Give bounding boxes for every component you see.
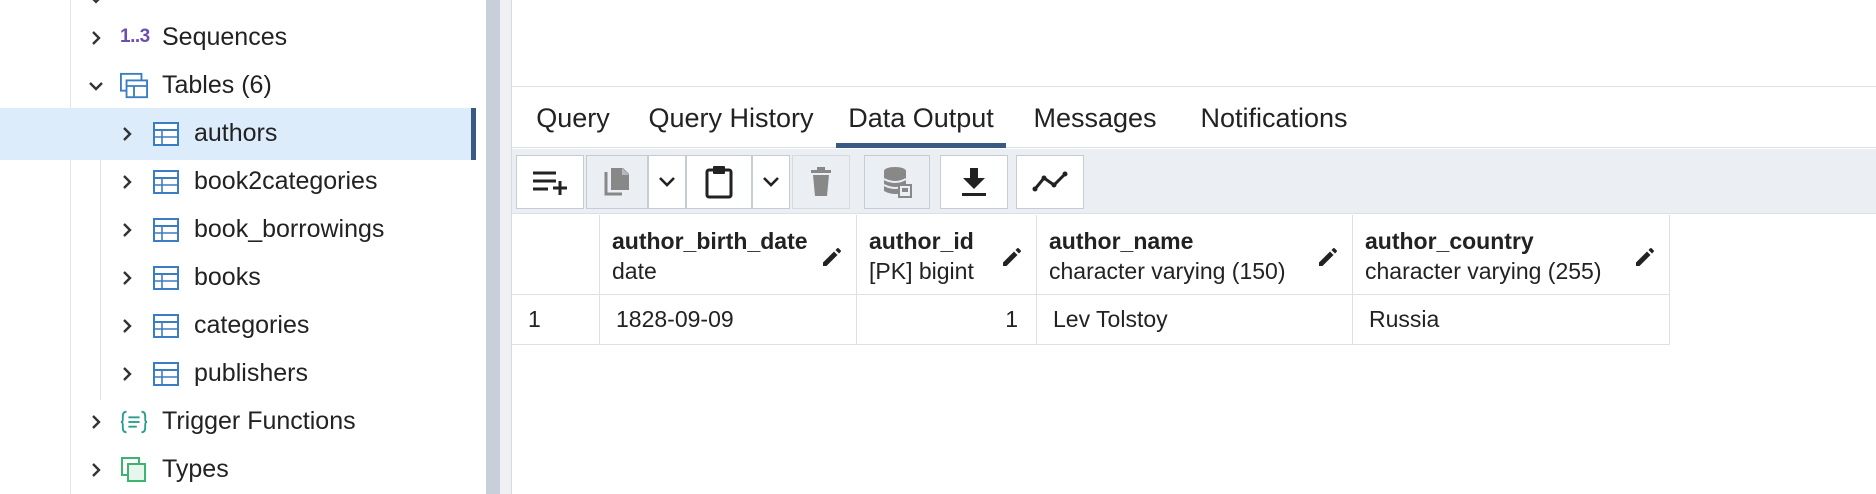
table-cell-author-id[interactable]: 1 (857, 295, 1037, 345)
tree-item-types[interactable]: Types (0, 446, 476, 494)
tree-item-label: Trigger Functions (162, 407, 356, 435)
download-icon (960, 167, 988, 197)
tree-item-books[interactable]: books (0, 254, 476, 302)
save-data-icon (881, 165, 913, 199)
panel-edge (500, 0, 512, 494)
delete-icon (809, 167, 833, 197)
sequence-icon: 1..3 (120, 26, 150, 47)
row-number-cell[interactable]: 1 (512, 295, 600, 345)
tab-query[interactable]: Query (530, 88, 616, 148)
tree-item-sequences[interactable]: 1..3 Sequences (0, 14, 476, 62)
tree-item-label: publishers (194, 359, 308, 387)
table-icon (152, 312, 180, 340)
table-icon (152, 168, 180, 196)
column-header-author-country[interactable]: author_country character varying (255) (1353, 215, 1670, 295)
tables-icon (120, 72, 148, 100)
graph-visualiser-button[interactable] (1016, 155, 1084, 209)
column-type: [PK] bigint (869, 258, 974, 284)
table-cell-author-name[interactable]: Lev Tolstoy (1037, 295, 1353, 345)
panel-splitter[interactable] (486, 0, 500, 494)
result-tabs: Query Query History Data Output Messages… (512, 88, 1876, 148)
download-button[interactable] (940, 155, 1008, 209)
copy-icon (602, 166, 632, 198)
save-data-button[interactable] (864, 155, 930, 209)
tree-item-trigger-functions[interactable]: Trigger Functions (0, 398, 476, 446)
chevron-right-icon[interactable] (117, 316, 137, 336)
chevron-right-icon[interactable] (117, 364, 137, 384)
tree-item-authors[interactable]: authors (0, 108, 476, 160)
tab-data-output[interactable]: Data Output (836, 88, 1006, 148)
chevron-down-icon (761, 175, 781, 189)
object-explorer-tree: 1..3 Sequences Tables (6) authors book2c… (0, 0, 486, 494)
pencil-icon (1316, 245, 1340, 269)
pencil-icon (1633, 245, 1657, 269)
column-type: date (612, 258, 657, 284)
tree-item-label: Sequences (162, 23, 288, 51)
column-name: author_country (1365, 228, 1534, 254)
pencil-icon (1000, 245, 1024, 269)
column-header-author-name[interactable]: author_name character varying (150) (1037, 215, 1353, 295)
chevron-right-icon[interactable] (86, 460, 106, 480)
tree-item-label: authors (194, 119, 278, 147)
data-output-toolbar (512, 149, 1876, 214)
table-icon (152, 360, 180, 388)
sql-editor[interactable] (512, 0, 1876, 87)
chevron-down-icon[interactable] (86, 76, 106, 96)
chevron-right-icon[interactable] (86, 412, 106, 432)
pencil-icon (820, 245, 844, 269)
tree-item-categories[interactable]: categories (0, 302, 476, 350)
delete-button[interactable] (792, 155, 850, 209)
table-cell-author-birth-date[interactable]: 1828-09-09 (600, 295, 857, 345)
tree-item-tables[interactable]: Tables (6) (0, 62, 476, 110)
copy-button[interactable] (586, 155, 648, 209)
chevron-right-icon[interactable] (117, 220, 137, 240)
add-row-icon (530, 167, 570, 197)
table-icon (152, 216, 180, 244)
column-name: author_name (1049, 228, 1194, 254)
chevron-right-icon[interactable] (117, 172, 137, 192)
trigger-function-icon (120, 408, 148, 436)
tree-item-publishers[interactable]: publishers (0, 350, 476, 398)
column-header-author-birth-date[interactable]: author_birth_date date (600, 215, 857, 295)
graph-visualiser-icon (1032, 170, 1068, 194)
column-type: character varying (255) (1365, 258, 1602, 284)
chevron-right-icon[interactable] (117, 268, 137, 288)
paste-icon (704, 165, 734, 199)
tab-query-history[interactable]: Query History (642, 88, 820, 148)
copy-options-button[interactable] (648, 155, 686, 209)
column-header-author-id[interactable]: author_id [PK] bigint (857, 215, 1037, 295)
chevron-right-icon[interactable] (86, 28, 106, 48)
column-name: author_birth_date (612, 228, 808, 254)
add-row-button[interactable] (516, 155, 584, 209)
tab-messages[interactable]: Messages (1028, 88, 1162, 148)
chevron-down-icon (657, 175, 677, 189)
row-number-header (512, 215, 600, 295)
tree-item-label: categories (194, 311, 310, 339)
column-name: author_id (869, 228, 974, 254)
table-icon (152, 120, 180, 148)
chevron-down-icon[interactable] (86, 0, 106, 10)
tree-item-label: Types (162, 455, 229, 483)
query-tool-panel: Query Query History Data Output Messages… (512, 0, 1876, 494)
types-icon (120, 456, 148, 484)
tree-item-label: book_borrowings (194, 215, 385, 243)
tree-item-book-borrowings[interactable]: book_borrowings (0, 206, 476, 254)
tab-notifications[interactable]: Notifications (1188, 88, 1360, 148)
paste-options-button[interactable] (752, 155, 790, 209)
paste-button[interactable] (686, 155, 752, 209)
tree-item-book2categories[interactable]: book2categories (0, 158, 476, 206)
table-cell-author-country[interactable]: Russia (1353, 295, 1670, 345)
tree-item-label: books (194, 263, 261, 291)
table-icon (152, 264, 180, 292)
column-type: character varying (150) (1049, 258, 1286, 284)
chevron-right-icon[interactable] (117, 124, 137, 144)
tree-item-label: Tables (6) (162, 71, 272, 99)
tree-item-label: book2categories (194, 167, 378, 195)
